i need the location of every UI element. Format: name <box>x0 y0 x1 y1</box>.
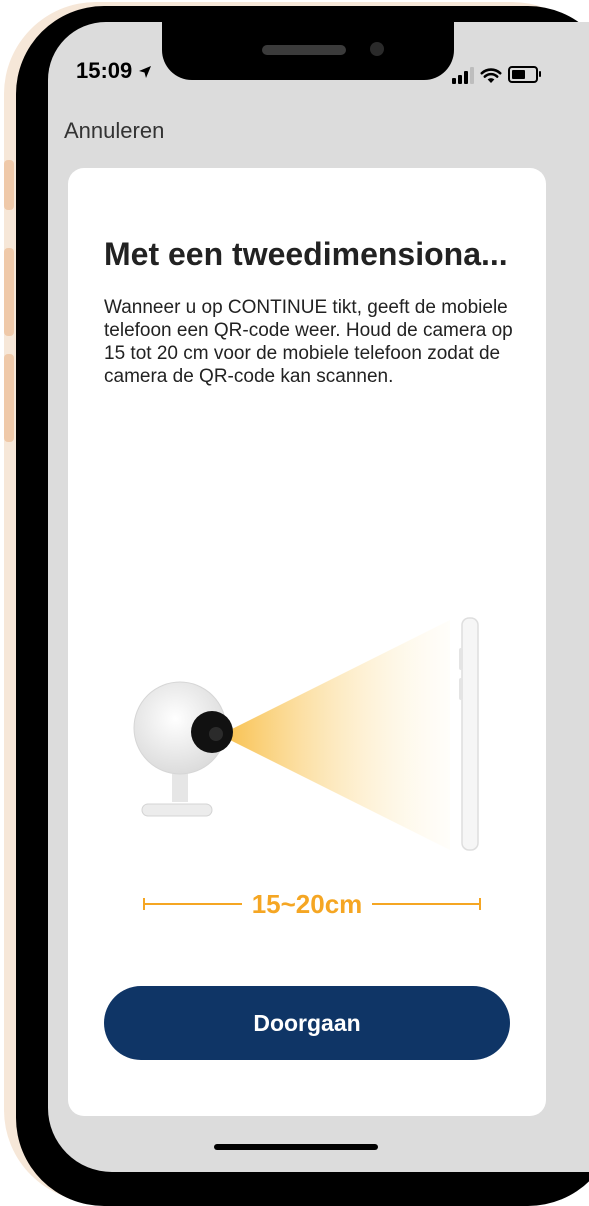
location-arrow-icon <box>139 66 152 78</box>
page-title: Met een tweedimensiona... <box>104 236 508 272</box>
instructions-text: Wanneer u op CONTINUE tikt, geeft de mob… <box>104 297 513 387</box>
signal-icon <box>452 66 474 84</box>
continue-button[interactable]: Doorgaan <box>104 986 510 1060</box>
speaker-grille <box>262 45 346 55</box>
wifi-icon <box>480 68 502 83</box>
status-time: 15:09 <box>76 58 152 84</box>
mute-switch <box>4 160 14 210</box>
status-icons <box>452 58 541 84</box>
camera-device <box>133 681 233 817</box>
volume-up-button <box>4 248 14 336</box>
distance-scale: 15~20cm <box>143 889 481 919</box>
distance-label: 15~20cm <box>252 889 363 919</box>
volume-down-button <box>4 354 14 442</box>
phone-side-view <box>461 617 479 851</box>
cancel-button[interactable]: Annuleren <box>64 118 164 144</box>
home-indicator <box>214 1144 378 1150</box>
qr-scan-illustration: 15~20cm <box>133 617 481 919</box>
front-camera <box>370 42 384 56</box>
camera-beam <box>220 620 450 850</box>
battery-icon <box>508 66 541 83</box>
